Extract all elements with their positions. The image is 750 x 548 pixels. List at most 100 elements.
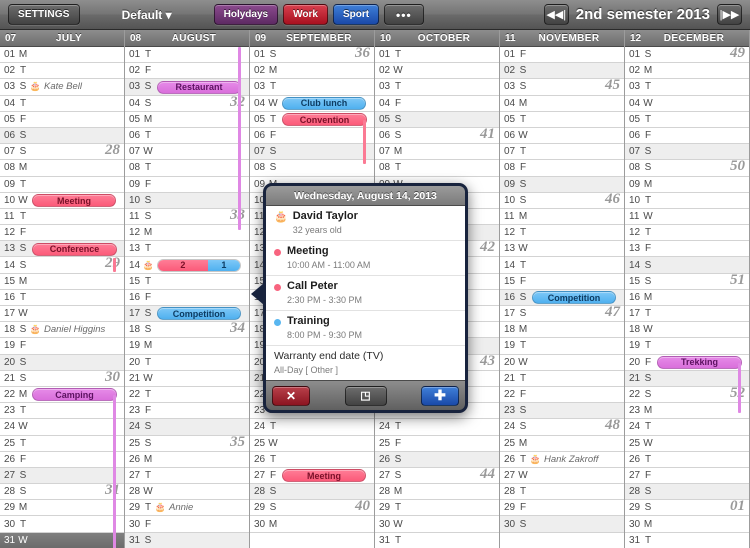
day-row[interactable]: 04 T <box>0 95 124 112</box>
day-row[interactable]: 18 M <box>500 322 624 339</box>
event-pill[interactable]: Competition <box>157 307 241 321</box>
event-pill[interactable]: Restaurant <box>157 80 241 94</box>
day-row[interactable]: 04 W <box>625 95 749 112</box>
day-row[interactable]: 27 S 44 <box>375 466 499 485</box>
day-row[interactable]: 26 M <box>125 451 249 468</box>
day-row[interactable]: 04 W Club lunch <box>250 95 374 112</box>
day-row[interactable]: 31 W <box>0 532 124 548</box>
day-row[interactable]: 13 W <box>500 241 624 258</box>
day-row[interactable]: 28 W <box>125 484 249 501</box>
day-row[interactable]: 06 F <box>625 127 749 145</box>
day-row[interactable]: 17 W <box>0 306 124 323</box>
day-row[interactable]: 09 T <box>0 176 124 193</box>
day-row[interactable]: 15 S 51 <box>625 272 749 290</box>
day-row[interactable]: 02 M <box>625 63 749 80</box>
day-row[interactable]: 06 T <box>125 127 249 145</box>
day-row[interactable]: 25 S 35 <box>125 434 249 452</box>
day-row[interactable]: 23 T <box>0 403 124 420</box>
event-pill[interactable]: Meeting <box>282 469 366 483</box>
day-row[interactable]: 15T <box>125 273 249 290</box>
day-row[interactable]: 02 W <box>375 63 499 80</box>
day-row[interactable]: 10T <box>625 192 749 209</box>
category-sport-button[interactable]: Sport <box>332 4 380 25</box>
day-row[interactable]: 03 T <box>625 79 749 96</box>
day-row[interactable]: 02 T <box>0 63 124 80</box>
profile-dropdown[interactable]: Default ▾ <box>122 8 172 22</box>
day-row[interactable]: 10 W Meeting <box>0 192 124 209</box>
day-row[interactable]: 05 T <box>625 111 749 128</box>
event-pill[interactable]: Club lunch <box>282 96 366 110</box>
day-row[interactable]: 29 S 40 <box>250 498 374 517</box>
day-row[interactable]: 25 M <box>500 435 624 452</box>
event-pill[interactable]: Meeting <box>32 194 116 208</box>
day-row[interactable]: 18 S 🎂 Daniel Higgins <box>0 322 124 339</box>
day-row[interactable]: 12 M <box>125 225 249 242</box>
day-row[interactable]: 21 S 30 <box>0 369 124 387</box>
day-row[interactable]: 11 T <box>0 208 124 226</box>
close-icon[interactable]: ✕ <box>272 385 310 406</box>
day-row[interactable]: 09 F <box>125 176 249 193</box>
day-row[interactable]: 30 M <box>625 516 749 533</box>
day-row[interactable]: 31 S <box>125 532 249 548</box>
day-row[interactable]: 29 T 🎂 Annie <box>125 500 249 517</box>
popup-entry[interactable]: Training 8:00 PM - 9:30 PM <box>266 311 465 346</box>
day-row[interactable]: 22T <box>125 386 249 404</box>
day-row[interactable]: 03 S 🎂 Kate Bell <box>0 79 124 96</box>
day-row[interactable]: 21 T <box>500 370 624 387</box>
day-row[interactable]: 20 W <box>500 354 624 371</box>
day-row[interactable]: 10 S 46 <box>500 191 624 209</box>
day-row[interactable]: 20 F Trekking <box>625 354 749 371</box>
day-row[interactable]: 13 T <box>125 241 249 258</box>
day-row[interactable]: 28 T <box>500 484 624 501</box>
day-row[interactable]: 31 T <box>375 532 499 548</box>
day-row[interactable]: 01 M <box>0 47 124 64</box>
day-row[interactable]: 04 M <box>500 95 624 112</box>
day-row[interactable]: 25 F <box>375 435 499 452</box>
day-row[interactable]: 04S32 <box>125 94 249 112</box>
day-row[interactable]: 28 M <box>375 484 499 501</box>
day-row[interactable]: 06 W <box>500 127 624 145</box>
day-row[interactable]: 07 T <box>500 144 624 161</box>
day-row[interactable]: 11S33 <box>125 207 249 226</box>
day-row[interactable]: 15 F <box>500 273 624 290</box>
day-row[interactable]: 01 T <box>375 47 499 64</box>
skip-forward-icon[interactable]: |▶▶ <box>717 4 742 25</box>
day-row[interactable]: 30 F <box>125 516 249 533</box>
day-row[interactable]: 31 T <box>625 532 749 548</box>
day-row[interactable]: 19T <box>500 338 624 355</box>
day-row[interactable]: 15 M <box>0 273 124 290</box>
day-row[interactable]: 22S52 <box>625 385 749 404</box>
day-row[interactable]: 26 F <box>0 451 124 468</box>
day-row[interactable]: 24 W <box>0 419 124 436</box>
day-row[interactable]: 13F <box>625 241 749 258</box>
day-row[interactable]: 12T <box>500 225 624 242</box>
day-row[interactable]: 23M <box>625 403 749 420</box>
day-row[interactable]: 26 T <box>625 451 749 468</box>
day-row[interactable]: 26 T <box>250 451 374 468</box>
add-icon[interactable]: ✚ <box>421 385 459 406</box>
day-row[interactable]: 14S29 <box>0 255 124 274</box>
day-row[interactable]: 29 M <box>0 500 124 517</box>
event-pill-split[interactable]: 21 <box>157 258 241 272</box>
day-row[interactable]: 08 S <box>250 160 374 177</box>
day-row[interactable]: 05 T <box>500 111 624 128</box>
day-row[interactable]: 17 S 47 <box>500 304 624 323</box>
day-row[interactable]: 16 T <box>0 289 124 306</box>
day-row[interactable]: 24 T <box>250 419 374 436</box>
day-row[interactable]: 08 T <box>375 160 499 177</box>
day-row[interactable]: 08 T <box>125 160 249 177</box>
day-row[interactable]: 21 W <box>125 370 249 387</box>
day-row[interactable]: 28S31 <box>0 482 124 501</box>
day-row[interactable]: 02 M <box>250 63 374 80</box>
day-row[interactable]: 19T <box>625 338 749 355</box>
day-row[interactable]: 30 T <box>0 516 124 533</box>
popup-entry[interactable]: Meeting 10:00 AM - 11:00 AM <box>266 241 465 276</box>
day-row[interactable]: 05 T Convention <box>250 111 374 128</box>
day-row[interactable]: 07 W <box>125 144 249 161</box>
settings-button[interactable]: SETTINGS <box>8 4 80 25</box>
more-categories-button[interactable]: ••• <box>384 4 424 25</box>
day-row[interactable]: 17T <box>625 306 749 323</box>
day-row[interactable]: 12 F <box>0 225 124 242</box>
day-row[interactable]: 25 W <box>250 435 374 452</box>
day-row[interactable]: 25 W <box>625 435 749 452</box>
